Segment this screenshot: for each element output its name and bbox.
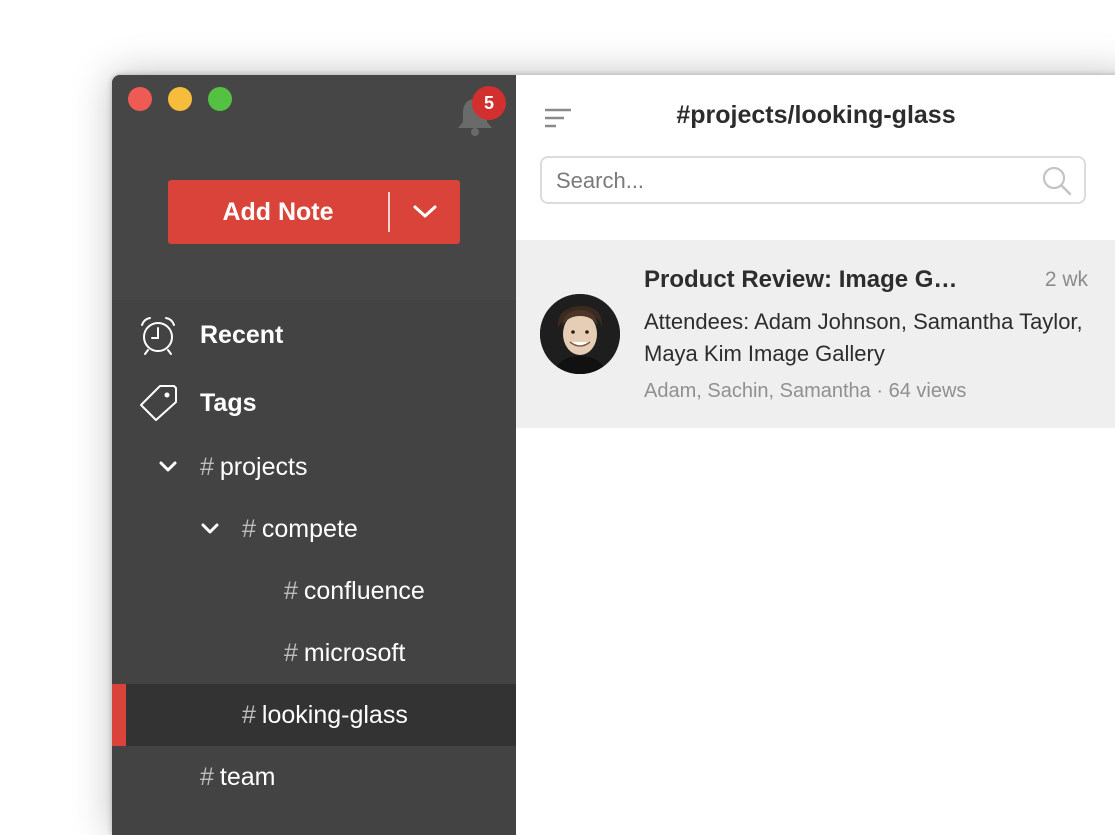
tag-name: team [219, 762, 276, 791]
note-meta: Adam, Sachin, Samantha · 64 views [644, 380, 967, 402]
notification-badge: 5 [472, 86, 506, 120]
hash-symbol: # [200, 762, 214, 791]
sidebar-item-tags[interactable]: Tags [112, 372, 516, 434]
tag-name: confluence [303, 576, 425, 605]
tag-label: # looking-glass [242, 701, 408, 730]
sidebar-item-label: Tags [200, 388, 257, 417]
note-list-panel: #projects/looking-glass Search... Produc… [516, 75, 1115, 835]
tag-label: # confluence [284, 577, 425, 606]
tag-label: # compete [242, 515, 358, 544]
window-zoom-button[interactable] [208, 87, 232, 111]
avatar-photo [540, 294, 620, 374]
chevron-down-icon [413, 205, 437, 218]
note-timestamp: 2 wk [1044, 268, 1088, 291]
tag-label: # team [200, 763, 276, 792]
add-note-label: Add Note [222, 197, 334, 226]
tag-label: # projects [200, 453, 307, 482]
tag-name: looking-glass [261, 700, 408, 729]
tag-item-projects[interactable]: # projects [112, 436, 516, 498]
search-icon[interactable] [1042, 166, 1072, 196]
window-close-button[interactable] [128, 87, 152, 111]
search-input[interactable] [554, 166, 1038, 196]
chevron-down-icon[interactable] [200, 522, 220, 536]
avatar [540, 294, 620, 374]
chevron-down-icon[interactable] [158, 460, 178, 474]
sidebar: 5 Add Note Recent Tags # projects # comp… [112, 75, 516, 835]
add-note-button[interactable]: Add Note [168, 180, 460, 244]
sidebar-item-label: Recent [200, 320, 284, 349]
hash-symbol: # [200, 452, 214, 481]
tag-label: # microsoft [284, 639, 405, 668]
search-box [540, 156, 1086, 204]
tag-item-microsoft[interactable]: # microsoft [112, 622, 516, 684]
tag-item-team[interactable]: # team [112, 746, 516, 808]
hash-symbol: # [284, 576, 298, 605]
selection-marker [112, 684, 126, 746]
note-preview: Attendees: Adam Johnson, Samantha Taylor… [644, 309, 1083, 366]
tag-icon [140, 385, 177, 421]
note-title: Product Review: Image G… [644, 266, 958, 293]
page-title: #projects/looking-glass [676, 101, 956, 129]
alarm-clock-icon [141, 317, 175, 355]
tag-name: projects [219, 452, 308, 481]
tag-name: microsoft [303, 638, 406, 667]
hash-symbol: # [284, 638, 298, 667]
tag-item-compete[interactable]: # compete [112, 498, 516, 560]
tag-item-confluence[interactable]: # confluence [112, 560, 516, 622]
hash-symbol: # [242, 700, 256, 729]
tag-name: compete [261, 514, 358, 543]
note-list-item[interactable]: Product Review: Image G… 2 wk Attendees:… [516, 240, 1115, 428]
hash-symbol: # [242, 514, 256, 543]
app-window: 5 Add Note Recent Tags # projects # comp… [112, 75, 1115, 835]
tag-item-looking-glass[interactable]: # looking-glass [112, 684, 516, 746]
sidebar-item-recent[interactable]: Recent [112, 304, 516, 366]
add-note-dropdown[interactable] [390, 204, 460, 220]
window-minimize-button[interactable] [168, 87, 192, 111]
